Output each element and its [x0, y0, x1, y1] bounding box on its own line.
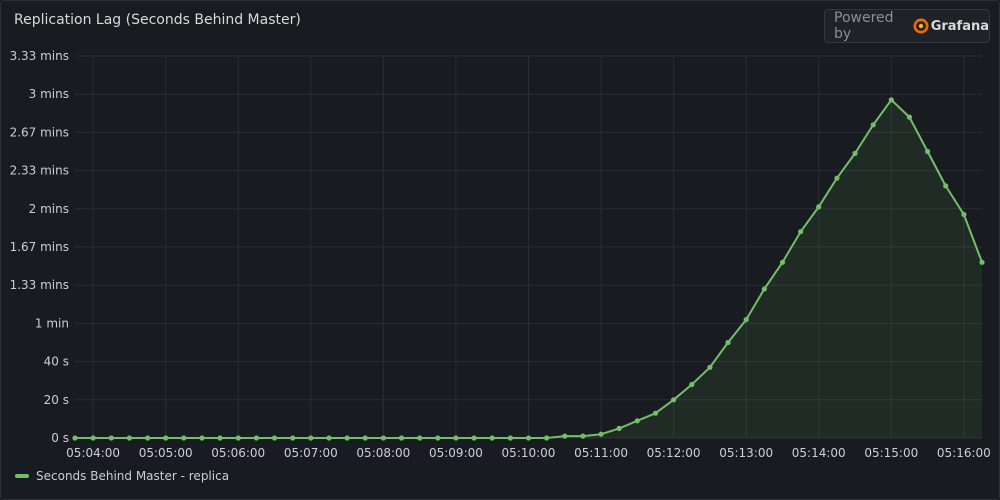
x-tick-label: 05:10:00 [502, 446, 556, 460]
x-tick-label: 05:07:00 [284, 446, 338, 460]
data-point[interactable] [108, 435, 114, 441]
data-point[interactable] [163, 435, 169, 441]
data-point[interactable] [199, 435, 205, 441]
data-point[interactable] [925, 148, 931, 155]
data-point[interactable] [689, 381, 695, 388]
data-point[interactable] [798, 229, 804, 235]
x-axis-labels: 05:04:00 05:05:00 05:06:00 05:07:00 05:08:00… [66, 446, 991, 460]
y-axis-labels: 0 s 20 s 40 s 1 min 1.33 mins 1.67 mins 2 mins… [10, 49, 69, 445]
data-point[interactable] [435, 435, 441, 441]
x-tick-label: 05:04:00 [66, 446, 120, 460]
data-point[interactable] [652, 410, 659, 416]
y-tick-label: 20 s [44, 393, 69, 407]
data-point[interactable] [834, 175, 840, 181]
data-point[interactable] [580, 433, 586, 439]
data-point[interactable] [852, 150, 858, 156]
data-point[interactable] [253, 435, 259, 441]
data-point[interactable] [979, 259, 985, 265]
data-point[interactable] [816, 204, 822, 210]
x-tick-label: 05:16:00 [937, 446, 991, 460]
data-point[interactable] [417, 435, 423, 441]
x-tick-label: 05:08:00 [356, 446, 410, 460]
data-point[interactable] [761, 286, 767, 292]
data-point[interactable] [145, 435, 151, 441]
y-tick-label: 1.67 mins [10, 240, 69, 254]
data-point[interactable] [562, 433, 568, 439]
data-point[interactable] [725, 339, 731, 346]
y-tick-label: 0 s [51, 431, 69, 445]
data-point[interactable] [707, 364, 713, 370]
data-point[interactable] [634, 418, 640, 424]
chart-svg: 0 s 20 s 40 s 1 min 1.33 mins 1.67 mins 2 mins… [10, 49, 991, 460]
data-point[interactable] [507, 435, 513, 441]
data-point[interactable] [344, 435, 350, 441]
x-tick-label: 05:09:00 [429, 446, 483, 460]
x-tick-label: 05:15:00 [864, 446, 918, 460]
data-point[interactable] [544, 435, 550, 441]
data-point[interactable] [598, 431, 604, 437]
data-point[interactable] [961, 211, 967, 218]
data-point[interactable] [779, 259, 786, 265]
data-point[interactable] [743, 317, 749, 323]
y-tick-label: 40 s [44, 355, 69, 369]
y-tick-label: 3.33 mins [10, 49, 69, 63]
data-point[interactable] [72, 435, 78, 441]
x-tick-label: 05:11:00 [574, 446, 628, 460]
data-point[interactable] [362, 435, 368, 441]
data-point[interactable] [271, 435, 278, 441]
x-tick-label: 05:06:00 [211, 446, 265, 460]
data-point[interactable] [671, 397, 677, 403]
data-point[interactable] [525, 435, 532, 441]
data-point[interactable] [616, 425, 622, 431]
x-tick-label: 05:05:00 [139, 446, 193, 460]
data-point[interactable] [308, 435, 314, 441]
data-point[interactable] [943, 183, 949, 189]
data-point[interactable] [489, 435, 495, 441]
y-tick-label: 2.33 mins [10, 164, 69, 178]
data-point[interactable] [126, 435, 132, 441]
data-point[interactable] [217, 435, 223, 441]
x-tick-label: 05:13:00 [719, 446, 773, 460]
data-point[interactable] [290, 435, 296, 441]
data-point[interactable] [906, 114, 913, 120]
data-point[interactable] [870, 122, 876, 128]
data-point[interactable] [326, 435, 332, 441]
y-tick-label: 1 min [35, 316, 69, 330]
data-point[interactable] [398, 435, 405, 441]
y-tick-label: 1.33 mins [10, 278, 69, 292]
data-point[interactable] [888, 97, 894, 103]
data-point[interactable] [453, 435, 459, 441]
y-tick-label: 3 mins [29, 87, 69, 101]
y-tick-label: 2.67 mins [10, 125, 69, 139]
data-point[interactable] [235, 435, 241, 441]
y-tick-label: 2 mins [29, 202, 69, 216]
data-point[interactable] [181, 435, 187, 441]
data-point[interactable] [380, 435, 386, 441]
data-point[interactable] [471, 435, 477, 441]
x-tick-label: 05:12:00 [647, 446, 701, 460]
x-tick-label: 05:14:00 [792, 446, 846, 460]
data-point[interactable] [90, 435, 96, 441]
